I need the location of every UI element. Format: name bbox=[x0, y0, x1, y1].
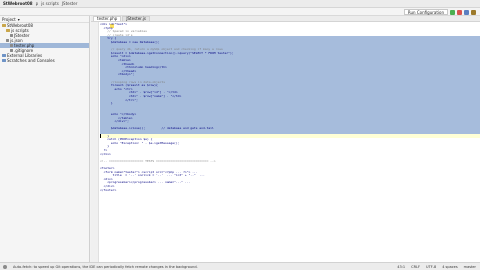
text-caret bbox=[100, 134, 101, 138]
status-bar: Auto-fetch: to speed up Git operations, … bbox=[0, 262, 480, 270]
line-gutter[interactable] bbox=[91, 22, 99, 262]
project-panel-header[interactable]: Project ▾ bbox=[0, 16, 89, 23]
file-icon bbox=[6, 39, 9, 42]
run-config-select[interactable]: Run Configuration bbox=[403, 9, 448, 15]
run-icon[interactable] bbox=[450, 9, 455, 15]
tab-jstester-js[interactable]: JStester.js bbox=[122, 16, 150, 21]
event-log-icon[interactable] bbox=[3, 264, 7, 269]
toolbar-actions: Run Configuration bbox=[403, 9, 476, 15]
cursor-position[interactable]: 43:1 bbox=[397, 265, 405, 269]
code-area[interactable]: <div id="test"> <?php // Spaced in varia… bbox=[91, 22, 480, 262]
tab-tester-php[interactable]: tester.php bbox=[93, 16, 122, 21]
breadcrumb-item[interactable]: p bbox=[36, 1, 39, 6]
project-sidebar: Project ▾ StWebroot08 js scripts JStester j… bbox=[0, 16, 90, 262]
chevron-down-icon[interactable]: ▾ bbox=[18, 17, 20, 22]
debug-icon[interactable] bbox=[457, 9, 462, 15]
folder-icon bbox=[6, 29, 10, 32]
status-widgets: 43:1 CRLF UTF-8 4 spaces master bbox=[397, 265, 480, 269]
code-line[interactable] bbox=[100, 199, 480, 203]
folder-icon bbox=[2, 54, 6, 57]
folder-icon bbox=[2, 59, 6, 62]
code-line[interactable]: title = '..' onclick = '..' ... "int" + … bbox=[100, 174, 480, 178]
file-icon bbox=[10, 34, 13, 37]
git-branch[interactable]: master bbox=[464, 265, 476, 269]
line-separator[interactable]: CRLF bbox=[411, 265, 420, 269]
editor-pane: tester.php JStester.js <div id="test"> <… bbox=[91, 16, 480, 262]
breadcrumb: p js scripts JStester bbox=[36, 1, 78, 6]
file-icon bbox=[10, 44, 13, 47]
indent-setting[interactable]: 4 spaces bbox=[442, 265, 457, 269]
breadcrumb-item[interactable]: js scripts bbox=[41, 1, 59, 6]
folder-icon bbox=[2, 24, 6, 27]
stop-icon[interactable] bbox=[464, 9, 469, 15]
toolbar: Run Configuration bbox=[0, 8, 480, 16]
code-line[interactable] bbox=[100, 163, 480, 167]
project-name[interactable]: StWebroot08 bbox=[3, 1, 33, 6]
tree-item-label: Scratches and Consoles bbox=[7, 58, 55, 63]
file-encoding[interactable]: UTF-8 bbox=[426, 265, 436, 269]
tree-item[interactable]: Scratches and Consoles bbox=[0, 58, 89, 63]
build-icon[interactable] bbox=[471, 9, 476, 15]
code-line[interactable]: } bbox=[100, 145, 480, 149]
code-line[interactable]: <progressbar></progressbar> ... name="..… bbox=[100, 181, 480, 185]
breadcrumb-item[interactable]: JStester bbox=[62, 1, 78, 6]
file-icon bbox=[10, 49, 13, 52]
project-panel-title: Project bbox=[2, 16, 16, 22]
title-bar: StWebroot08 p js scripts JStester bbox=[0, 0, 480, 8]
status-message[interactable]: Auto-fetch: to speed up Git operations, … bbox=[13, 265, 391, 269]
project-tree: StWebroot08 js scripts JStester js.json test… bbox=[0, 23, 89, 63]
